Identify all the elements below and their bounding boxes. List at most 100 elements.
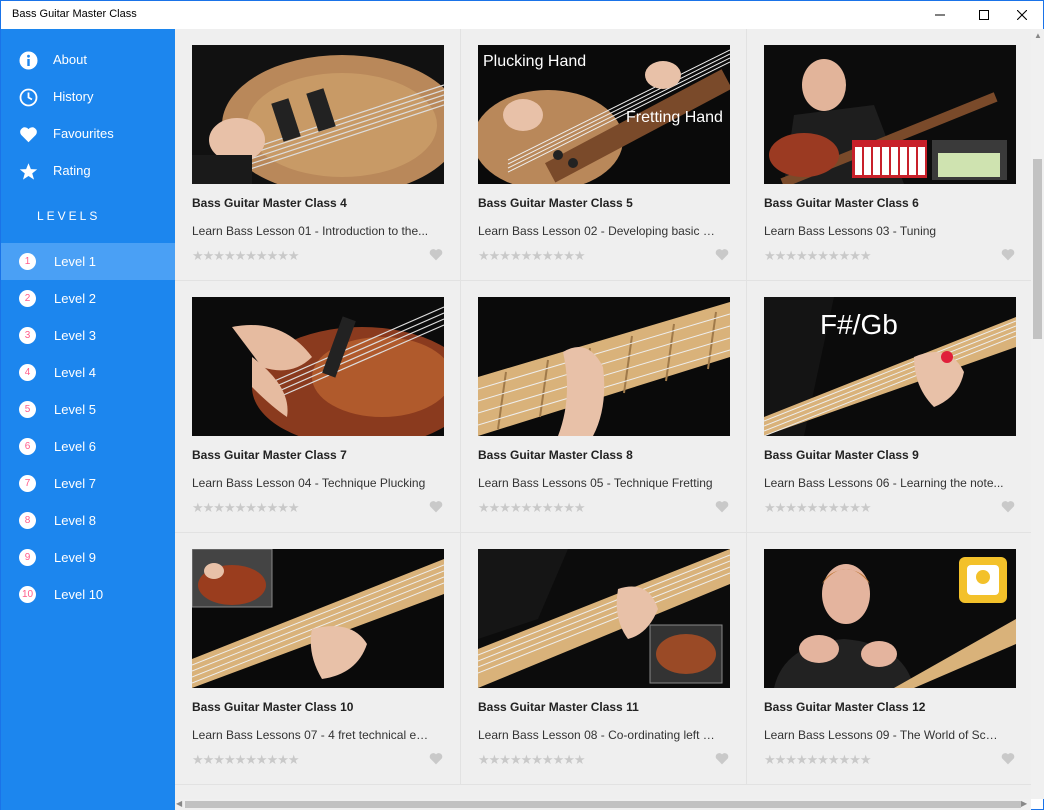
level-item-6[interactable]: 6 Level 6 <box>1 428 175 465</box>
lesson-thumbnail[interactable] <box>478 549 730 688</box>
favourite-heart-icon[interactable] <box>715 752 729 766</box>
level-label: Level 1 <box>54 254 96 269</box>
rating-stars[interactable]: ★★★★★★★★★★ <box>192 500 300 516</box>
level-label: Level 10 <box>54 587 104 602</box>
lesson-title: Bass Guitar Master Class 6 <box>764 196 919 210</box>
window-title: Bass Guitar Master Class <box>12 8 137 20</box>
lesson-description: Learn Bass Lesson 08 - Co-ordinating lef… <box>478 728 718 742</box>
level-number-badge: 3 <box>19 327 36 344</box>
lesson-description: Learn Bass Lessons 06 - Learning the not… <box>764 476 1004 490</box>
rating-stars[interactable]: ★★★★★★★★★★ <box>478 752 586 768</box>
level-number-badge: 8 <box>19 512 36 529</box>
favourite-heart-icon[interactable] <box>715 500 729 514</box>
lesson-card[interactable]: Bass Guitar Master Class 12 Learn Bass Le… <box>747 533 1031 785</box>
lesson-title: Bass Guitar Master Class 7 <box>192 448 347 462</box>
level-label: Level 9 <box>54 550 96 565</box>
lesson-card[interactable]: Bass Guitar Master Class 11 Learn Bass Le… <box>461 533 747 785</box>
favourite-heart-icon[interactable] <box>1001 752 1015 766</box>
level-item-4[interactable]: 4 Level 4 <box>1 354 175 391</box>
level-number-badge: 4 <box>19 364 36 381</box>
lesson-description: Learn Bass Lesson 04 - Technique Pluckin… <box>192 476 426 490</box>
level-number-badge: 2 <box>19 290 36 307</box>
level-item-8[interactable]: 8 Level 8 <box>1 502 175 539</box>
close-button[interactable] <box>999 1 1044 29</box>
rating-stars[interactable]: ★★★★★★★★★★ <box>764 248 872 264</box>
level-label: Level 2 <box>54 291 96 306</box>
lesson-card[interactable]: F#/Gb Bass Guitar Master Class 9 Learn Bas… <box>747 281 1031 533</box>
level-number-badge: 9 <box>19 549 36 566</box>
lesson-title: Bass Guitar Master Class 5 <box>478 196 633 210</box>
rating-stars[interactable]: ★★★★★★★★★★ <box>478 500 586 516</box>
levels-heading: LEVELS <box>37 209 101 223</box>
nav-favourites[interactable]: Favourites <box>1 115 175 152</box>
lesson-card[interactable]: Bass Guitar Master Class 10 Learn Bass Le… <box>175 533 461 785</box>
scroll-right-arrow-icon[interactable]: ▶ <box>1021 799 1027 808</box>
level-label: Level 8 <box>54 513 96 528</box>
lesson-card[interactable]: Bass Guitar Master Class 7 Learn Bass Les… <box>175 281 461 533</box>
scroll-up-arrow-icon[interactable]: ▲ <box>1034 31 1042 40</box>
favourite-heart-icon[interactable] <box>1001 500 1015 514</box>
vertical-scroll-thumb[interactable] <box>1033 159 1042 339</box>
rating-stars[interactable]: ★★★★★★★★★★ <box>764 752 872 768</box>
horizontal-scroll-thumb[interactable] <box>185 801 1021 808</box>
level-number-badge: 10 <box>19 586 36 603</box>
horizontal-scrollbar[interactable]: ◀ ▶ <box>175 799 1031 810</box>
favourite-heart-icon[interactable] <box>1001 248 1015 262</box>
heart-icon <box>18 124 38 144</box>
nav-rating[interactable]: Rating <box>1 152 175 189</box>
level-item-7[interactable]: 7 Level 7 <box>1 465 175 502</box>
level-item-2[interactable]: 2 Level 2 <box>1 280 175 317</box>
scroll-left-arrow-icon[interactable]: ◀ <box>176 799 182 808</box>
lesson-title: Bass Guitar Master Class 9 <box>764 448 919 462</box>
lesson-title: Bass Guitar Master Class 4 <box>192 196 347 210</box>
lesson-description: Learn Bass Lesson 02 - Developing basic … <box>478 224 718 238</box>
lesson-description: Learn Bass Lessons 03 - Tuning <box>764 224 937 238</box>
lesson-thumbnail[interactable] <box>478 297 730 436</box>
level-item-10[interactable]: 10 Level 10 <box>1 576 175 613</box>
lesson-thumbnail[interactable] <box>192 45 444 184</box>
vertical-scrollbar[interactable]: ▲ <box>1031 29 1044 799</box>
lesson-thumbnail[interactable] <box>192 549 444 688</box>
level-number-badge: 1 <box>19 253 36 270</box>
level-number-badge: 7 <box>19 475 36 492</box>
lesson-card[interactable]: Bass Guitar Master Class 6 Learn Bass Les… <box>747 29 1031 281</box>
maximize-icon <box>979 10 989 20</box>
nav-about-label: About <box>53 52 87 67</box>
lesson-thumbnail[interactable]: F#/Gb <box>764 297 1016 436</box>
lesson-title: Bass Guitar Master Class 11 <box>478 700 639 714</box>
nav-history-label: History <box>53 89 94 104</box>
rating-stars[interactable]: ★★★★★★★★★★ <box>478 248 586 264</box>
level-item-1[interactable]: 1 Level 1 <box>1 243 175 280</box>
lesson-description: Learn Bass Lesson 01 - Introduction to t… <box>192 224 429 238</box>
nav-about[interactable]: About <box>1 41 175 78</box>
nav-history[interactable]: History <box>1 78 175 115</box>
title-bar: Bass Guitar Master Class <box>1 1 1043 29</box>
lesson-title: Bass Guitar Master Class 8 <box>478 448 633 462</box>
level-number-badge: 5 <box>19 401 36 418</box>
favourite-heart-icon[interactable] <box>429 752 443 766</box>
lesson-thumbnail[interactable] <box>764 45 1016 184</box>
level-item-5[interactable]: 5 Level 5 <box>1 391 175 428</box>
thumbnail-caption: F#/Gb <box>820 309 898 340</box>
thumbnail-caption: Fretting Hand <box>626 109 723 126</box>
rating-stars[interactable]: ★★★★★★★★★★ <box>192 248 300 264</box>
lesson-card[interactable]: Bass Guitar Master Class 4 Learn Bass Les… <box>175 29 461 281</box>
lesson-thumbnail[interactable]: Plucking Hand Fretting Hand <box>478 45 730 184</box>
lesson-thumbnail[interactable] <box>764 549 1016 688</box>
lesson-card[interactable]: Bass Guitar Master Class 8 Learn Bass Les… <box>461 281 747 533</box>
thumbnail-caption: Plucking Hand <box>483 53 587 70</box>
rating-stars[interactable]: ★★★★★★★★★★ <box>192 752 300 768</box>
info-icon <box>18 50 38 70</box>
favourite-heart-icon[interactable] <box>715 248 729 262</box>
level-item-3[interactable]: 3 Level 3 <box>1 317 175 354</box>
close-icon <box>1017 10 1027 20</box>
level-item-9[interactable]: 9 Level 9 <box>1 539 175 576</box>
rating-stars[interactable]: ★★★★★★★★★★ <box>764 500 872 516</box>
favourite-heart-icon[interactable] <box>429 248 443 262</box>
lesson-card[interactable]: Plucking Hand Fretting Hand Bass Guitar Ma… <box>461 29 747 281</box>
level-label: Level 7 <box>54 476 96 491</box>
minimize-button[interactable] <box>917 1 963 29</box>
favourite-heart-icon[interactable] <box>429 500 443 514</box>
lesson-thumbnail[interactable] <box>192 297 444 436</box>
level-label: Level 6 <box>54 439 96 454</box>
